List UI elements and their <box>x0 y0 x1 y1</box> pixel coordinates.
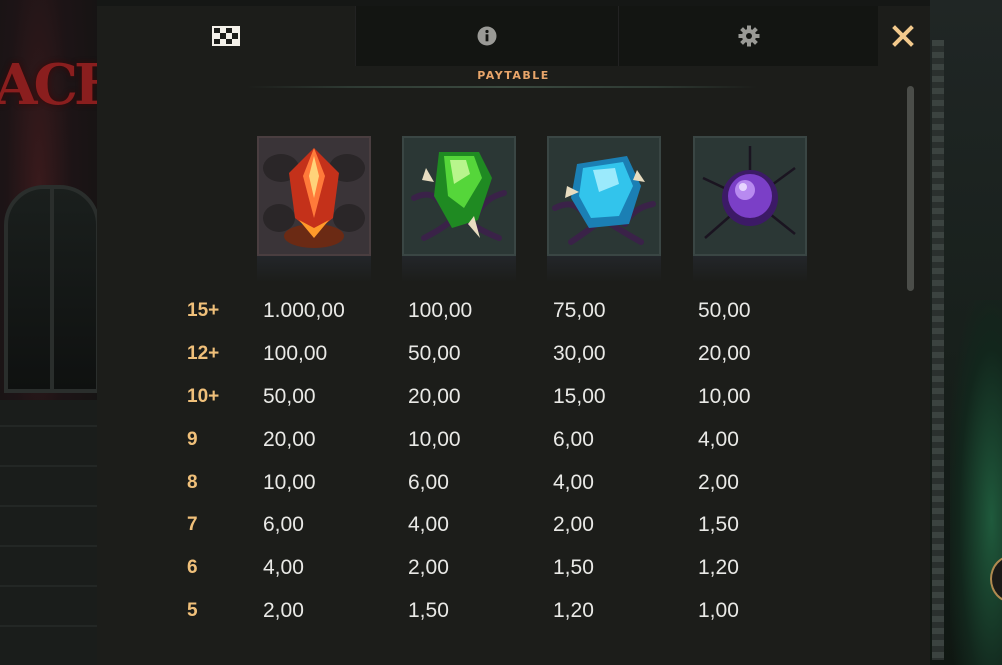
table-row: 12+ 100,00 50,00 30,00 20,00 <box>97 339 930 369</box>
symbol-base <box>693 256 807 282</box>
symbol-red-gem <box>257 136 371 282</box>
symbol-count: 15+ <box>187 300 220 321</box>
payout-value: 1.000,00 <box>263 299 345 322</box>
payout-value: 50,00 <box>263 385 316 408</box>
tab-paytable[interactable] <box>97 6 355 66</box>
payout-value: 6,00 <box>553 428 594 451</box>
payout-value: 2,00 <box>408 556 449 579</box>
payout-value: 100,00 <box>263 342 328 365</box>
symbol-count: 7 <box>187 514 198 535</box>
green-gem-icon <box>411 152 507 241</box>
title-divider <box>247 86 757 88</box>
payout-value: 2,00 <box>698 471 739 494</box>
game-background-left: ACH <box>0 0 127 665</box>
symbol-count: 5 <box>187 600 198 621</box>
close-icon <box>892 25 914 47</box>
symbol-count: 8 <box>187 472 198 493</box>
tab-info[interactable] <box>355 6 618 66</box>
payout-value: 6,00 <box>263 513 304 536</box>
table-row: 15+ 1.000,00 100,00 75,00 50,00 <box>97 296 930 326</box>
symbol-count: 10+ <box>187 386 220 407</box>
payout-value: 2,00 <box>553 513 594 536</box>
payout-value: 20,00 <box>408 385 461 408</box>
table-row: 9 20,00 10,00 6,00 4,00 <box>97 425 930 455</box>
payout-value: 4,00 <box>408 513 449 536</box>
scrollbar-thumb[interactable] <box>907 86 914 291</box>
symbol-base <box>257 256 371 282</box>
table-row: 10+ 50,00 20,00 15,00 10,00 <box>97 382 930 412</box>
info-icon <box>477 26 497 46</box>
checkerboard-icon <box>212 26 240 46</box>
payout-value: 6,00 <box>408 471 449 494</box>
payout-value: 10,00 <box>408 428 461 451</box>
purple-gem-icon <box>702 146 796 239</box>
payout-value: 4,00 <box>698 428 739 451</box>
background-wall <box>0 400 97 665</box>
close-button[interactable] <box>881 14 925 58</box>
tab-settings[interactable] <box>618 6 878 66</box>
background-pillar <box>932 40 944 660</box>
payout-value: 50,00 <box>698 299 751 322</box>
tab-bar <box>97 6 878 66</box>
payout-value: 1,20 <box>553 599 594 622</box>
symbol-count: 12+ <box>187 343 220 364</box>
red-gem-icon <box>263 148 365 248</box>
page-title: PAYTABLE <box>477 69 550 82</box>
symbol-count: 9 <box>187 429 198 450</box>
payout-value: 4,00 <box>553 471 594 494</box>
gear-icon <box>738 25 759 47</box>
payout-value: 100,00 <box>408 299 473 322</box>
table-row: 8 10,00 6,00 4,00 2,00 <box>97 468 930 498</box>
background-glow <box>950 300 1002 665</box>
payout-value: 20,00 <box>263 428 316 451</box>
payout-value: 1,50 <box>698 513 739 536</box>
payout-value: 1,50 <box>553 556 594 579</box>
table-row: 6 4,00 2,00 1,50 1,20 <box>97 553 930 583</box>
game-background-right <box>930 0 1002 665</box>
payout-value: 1,00 <box>698 599 739 622</box>
background-window <box>4 185 100 393</box>
payout-value: 1,50 <box>408 599 449 622</box>
paytable-panel: PAYTABLE 15+ 1.000,00 100,00 75,00 50,00… <box>97 6 930 665</box>
symbol-count: 6 <box>187 557 198 578</box>
payout-value: 10,00 <box>263 471 316 494</box>
payout-value: 1,20 <box>698 556 739 579</box>
payout-value: 15,00 <box>553 385 606 408</box>
payout-value: 30,00 <box>553 342 606 365</box>
symbol-base <box>547 256 661 282</box>
payout-value: 75,00 <box>553 299 606 322</box>
game-logo-fragment: ACH <box>0 52 127 118</box>
table-row: 7 6,00 4,00 2,00 1,50 <box>97 510 930 540</box>
payout-value: 50,00 <box>408 342 461 365</box>
payout-value: 4,00 <box>263 556 304 579</box>
payout-value: 10,00 <box>698 385 751 408</box>
payout-value: 2,00 <box>263 599 304 622</box>
table-row: 5 2,00 1,50 1,20 1,00 <box>97 596 930 626</box>
symbol-base <box>402 256 516 282</box>
symbol-purple-gem <box>693 136 807 282</box>
symbol-green-gem <box>402 136 516 282</box>
blue-gem-icon <box>552 156 656 245</box>
symbol-blue-gem <box>547 136 661 282</box>
payout-value: 20,00 <box>698 342 751 365</box>
